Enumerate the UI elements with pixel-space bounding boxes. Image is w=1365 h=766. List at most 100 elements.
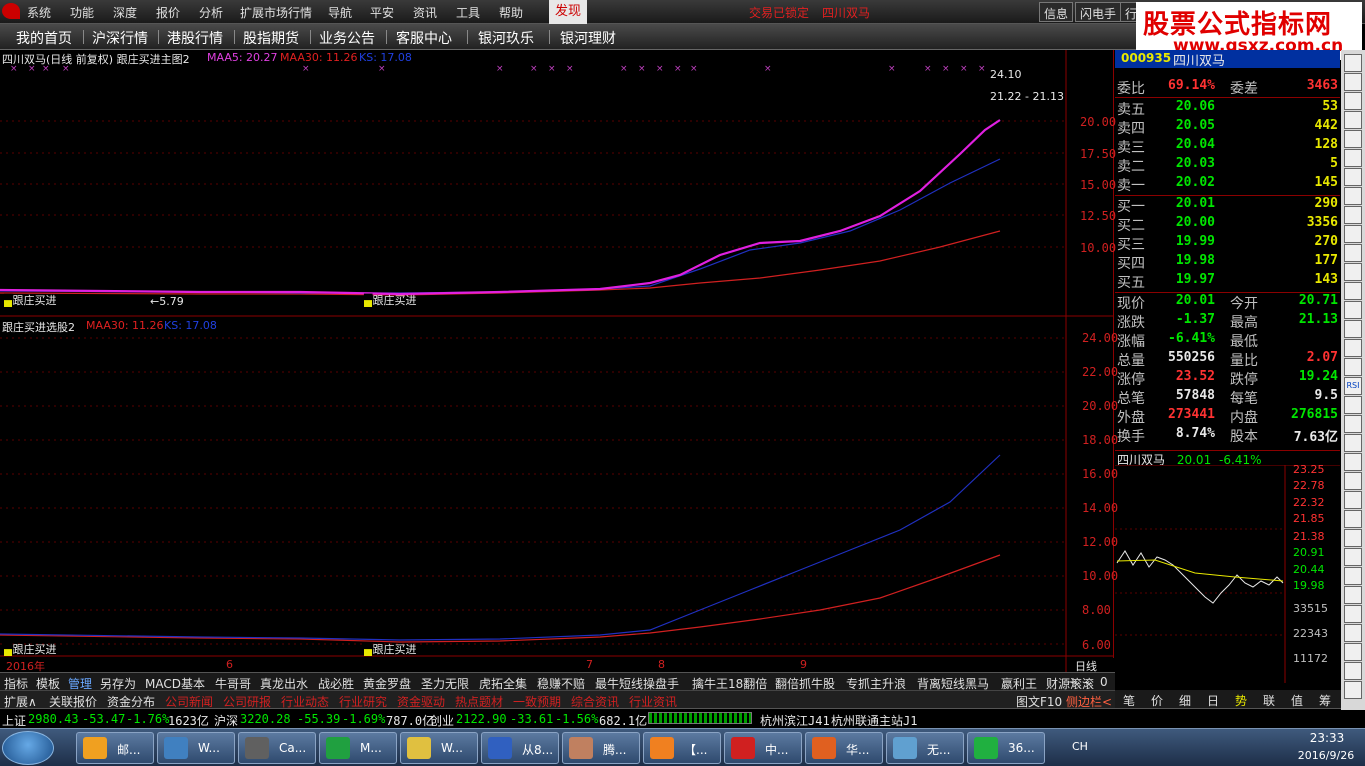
- sell-row[interactable]: 卖一 20.02 145: [1115, 175, 1340, 194]
- side-tool-icon[interactable]: [1344, 130, 1362, 148]
- buy-row[interactable]: 买五 19.97 143: [1115, 272, 1340, 291]
- side-tool-icon[interactable]: [1344, 548, 1362, 566]
- side-tool-icon[interactable]: [1344, 586, 1362, 604]
- side-tool-icon[interactable]: [1344, 54, 1362, 72]
- taskbar-app[interactable]: 邮...: [76, 732, 154, 764]
- buy-row[interactable]: 买四 19.98 177: [1115, 253, 1340, 272]
- nav-announcements[interactable]: 业务公告: [319, 28, 375, 48]
- panel-tab[interactable]: 值: [1291, 692, 1303, 709]
- taskbar-app[interactable]: 36...: [967, 732, 1045, 764]
- taskbar-app[interactable]: W...: [157, 732, 235, 764]
- nav-service[interactable]: 客服中心: [396, 28, 452, 48]
- clock-date[interactable]: 2016/9/26: [1291, 749, 1361, 762]
- menu-tools[interactable]: 工具: [456, 4, 480, 21]
- sell-row[interactable]: 卖三 20.04 128: [1115, 137, 1340, 156]
- buy-row[interactable]: 买一 20.01 290: [1115, 196, 1340, 215]
- discover-button[interactable]: 发现: [549, 0, 587, 24]
- side-tool-icon[interactable]: [1344, 301, 1362, 319]
- info-button[interactable]: 信息: [1039, 2, 1074, 22]
- taskbar-app[interactable]: Ca...: [238, 732, 316, 764]
- side-tool-icon[interactable]: [1344, 624, 1362, 642]
- nav-yinhe-finance[interactable]: 银河理财: [560, 28, 616, 48]
- cy-amount: 682.1亿: [599, 714, 648, 728]
- panel-tab[interactable]: 细: [1179, 692, 1191, 709]
- panel-tab[interactable]: 联: [1263, 692, 1275, 709]
- taskbar-app[interactable]: W...: [400, 732, 478, 764]
- side-tool-icon[interactable]: [1344, 681, 1362, 699]
- side-tool-icon[interactable]: [1344, 320, 1362, 338]
- menu-ext-market[interactable]: 扩展市场行情: [240, 4, 312, 21]
- buy-row[interactable]: 买三 19.99 270: [1115, 234, 1340, 253]
- panel-tab[interactable]: 日: [1207, 692, 1219, 709]
- tab-control-button[interactable]: 0: [1100, 675, 1108, 689]
- side-tool-icon[interactable]: [1344, 263, 1362, 281]
- menu-news[interactable]: 资讯: [413, 4, 437, 21]
- taskbar-app[interactable]: 【...: [643, 732, 721, 764]
- taskbar-app[interactable]: 腾...: [562, 732, 640, 764]
- panel-tab[interactable]: 笔: [1123, 692, 1135, 709]
- tab-control-button[interactable]: -: [1084, 675, 1088, 689]
- side-tool-icon[interactable]: [1344, 244, 1362, 262]
- side-tool-icon[interactable]: [1344, 396, 1362, 414]
- sell-row[interactable]: 卖五 20.06 53: [1115, 99, 1340, 118]
- side-tool-icon[interactable]: [1344, 643, 1362, 661]
- side-tool-icon[interactable]: [1344, 415, 1362, 433]
- server-2: 杭州联通主站J1: [831, 714, 918, 728]
- side-tool-rsi[interactable]: RSI: [1344, 377, 1362, 395]
- nav-home[interactable]: 我的首页: [16, 28, 72, 48]
- nav-index-futures[interactable]: 股指期货: [243, 28, 299, 48]
- chart-area[interactable]: × × × × × × × × × × × × × × × × × × × × × 四川双马(日线 前复权) 跟庄…: [0, 50, 1118, 673]
- sell-row[interactable]: 卖四 20.05 442: [1115, 118, 1340, 137]
- side-tool-icon[interactable]: [1344, 111, 1362, 129]
- flash-trade-button[interactable]: 闪电手: [1075, 2, 1122, 22]
- side-tool-icon[interactable]: [1344, 149, 1362, 167]
- taskbar-app[interactable]: 无...: [886, 732, 964, 764]
- side-tool-icon[interactable]: [1344, 92, 1362, 110]
- clock-time[interactable]: 23:33: [1296, 731, 1358, 745]
- menu-depth[interactable]: 深度: [113, 4, 137, 21]
- side-tool-icon[interactable]: [1344, 567, 1362, 585]
- side-tool-icon[interactable]: [1344, 206, 1362, 224]
- axis-label: 22.00: [1082, 365, 1119, 379]
- buy-label: 买四: [1117, 256, 1145, 272]
- menu-help[interactable]: 帮助: [499, 4, 523, 21]
- menu-navigate[interactable]: 导航: [328, 4, 352, 21]
- side-tool-icon[interactable]: [1344, 453, 1362, 471]
- sell-row[interactable]: 卖二 20.03 5: [1115, 156, 1340, 175]
- taskbar-app[interactable]: 中...: [724, 732, 802, 764]
- menu-analysis[interactable]: 分析: [199, 4, 223, 21]
- side-tool-icon[interactable]: [1344, 339, 1362, 357]
- taskbar-app[interactable]: 华...: [805, 732, 883, 764]
- stat-label: 每笔: [1230, 391, 1258, 407]
- side-tool-icon[interactable]: [1344, 225, 1362, 243]
- side-tool-icon[interactable]: [1344, 510, 1362, 528]
- side-tool-icon[interactable]: [1344, 662, 1362, 680]
- buy-row[interactable]: 买二 20.00 3356: [1115, 215, 1340, 234]
- side-tool-icon[interactable]: [1344, 434, 1362, 452]
- ime-indicator[interactable]: CH: [1072, 740, 1088, 753]
- side-tool-icon[interactable]: [1344, 472, 1362, 490]
- side-tool-icon[interactable]: [1344, 282, 1362, 300]
- side-tool-icon[interactable]: [1344, 358, 1362, 376]
- menu-function[interactable]: 功能: [70, 4, 94, 21]
- side-tool-icon[interactable]: [1344, 605, 1362, 623]
- side-tool-icon[interactable]: [1344, 529, 1362, 547]
- nav-yinhe-jiule[interactable]: 银河玖乐: [478, 28, 534, 48]
- panel-tab[interactable]: 价: [1151, 692, 1163, 709]
- chart-svg[interactable]: × × × × × × × × × × × × × × × × × × × × ×: [0, 50, 1114, 672]
- panel-tab[interactable]: 势: [1235, 692, 1247, 709]
- menu-quote[interactable]: 报价: [156, 4, 180, 21]
- start-button[interactable]: [2, 731, 54, 765]
- tab-control-button[interactable]: +: [1068, 675, 1078, 689]
- panel-tab[interactable]: 筹: [1319, 692, 1331, 709]
- side-tool-icon[interactable]: [1344, 491, 1362, 509]
- side-tool-icon[interactable]: [1344, 73, 1362, 91]
- menu-pingan[interactable]: 平安: [370, 4, 394, 21]
- side-tool-icon[interactable]: [1344, 168, 1362, 186]
- nav-hk-market[interactable]: 港股行情: [167, 28, 223, 48]
- taskbar-app[interactable]: M...: [319, 732, 397, 764]
- nav-hs-market[interactable]: 沪深行情: [92, 28, 148, 48]
- side-tool-icon[interactable]: [1344, 187, 1362, 205]
- taskbar-app[interactable]: 从8...: [481, 732, 559, 764]
- menu-system[interactable]: 系统: [27, 4, 51, 21]
